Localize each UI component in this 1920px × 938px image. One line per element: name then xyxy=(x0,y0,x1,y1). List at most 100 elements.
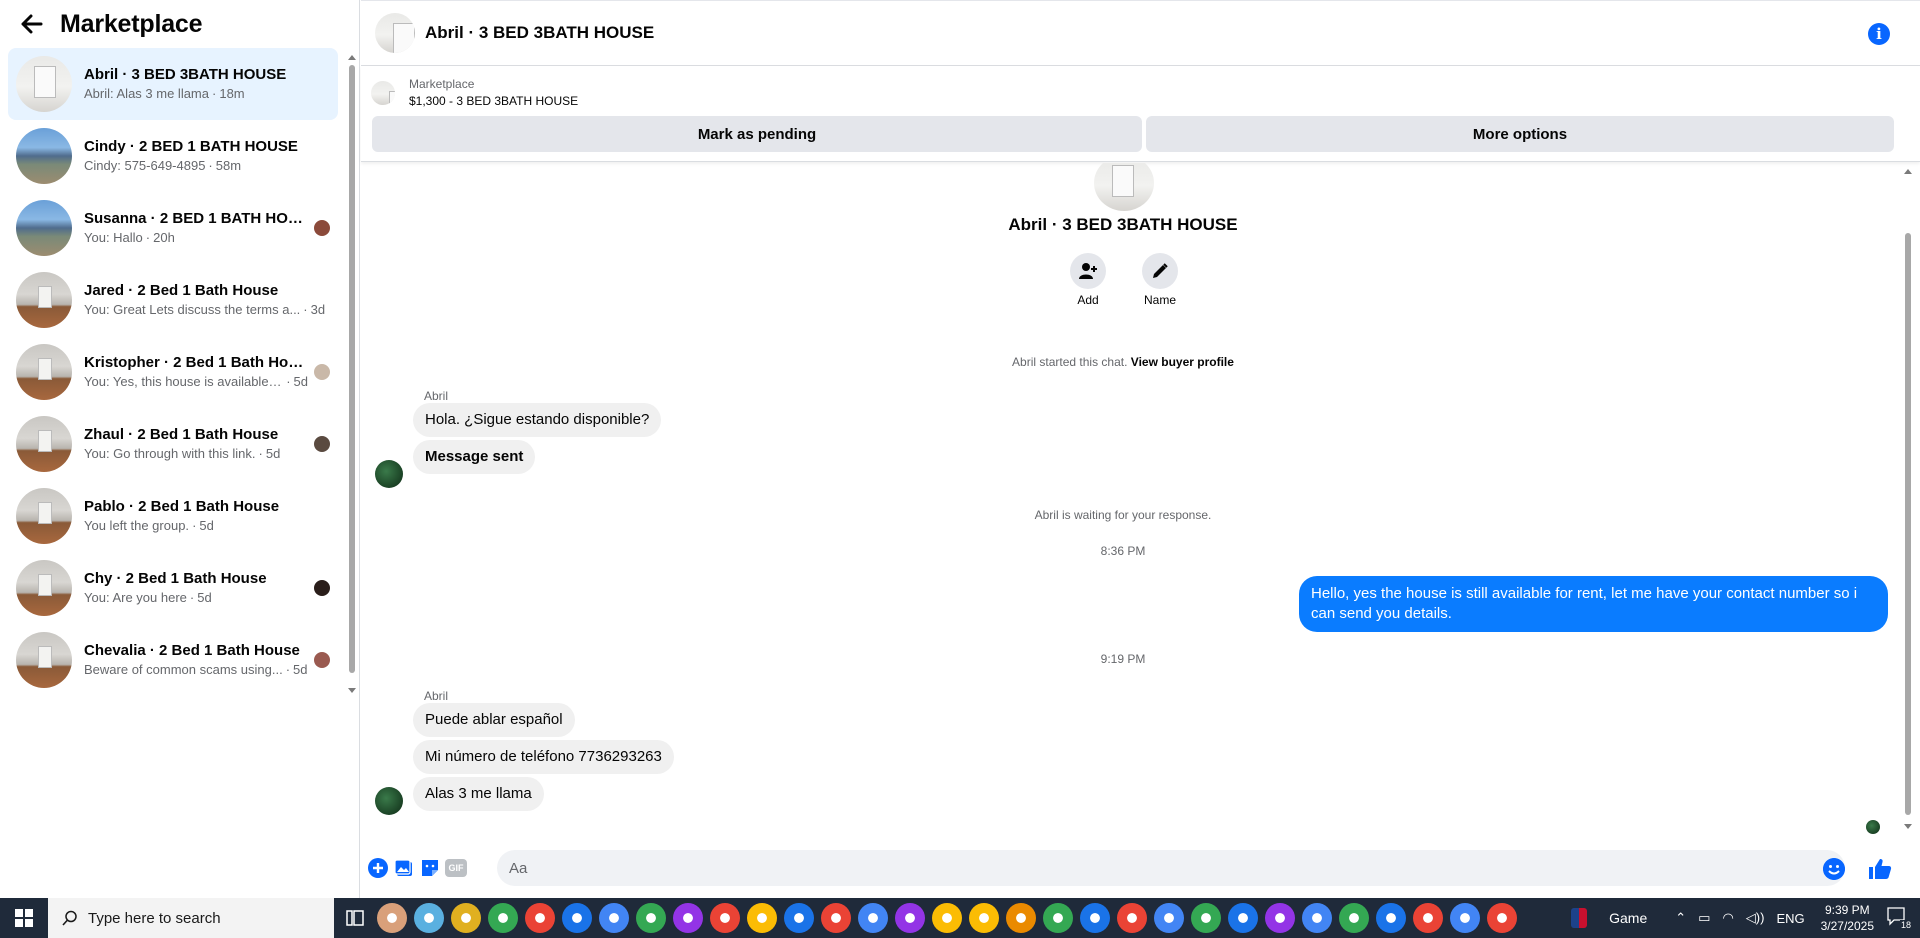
add-button[interactable]: Add xyxy=(1058,253,1118,307)
taskbar-app-icon[interactable] xyxy=(895,903,925,933)
chat-scrollbar[interactable] xyxy=(1904,169,1912,829)
conversation-item[interactable]: Chevalia · 2 Bed 1 Bath House Beware of c… xyxy=(8,624,338,696)
conversation-name: Kristopher · 2 Bed 1 Bath House xyxy=(84,354,308,371)
listing-summary[interactable]: Marketplace $1,300 - 3 BED 3BATH HOUSE xyxy=(371,76,578,110)
scroll-up-arrow-icon[interactable] xyxy=(1904,169,1912,174)
conversation-item[interactable]: Susanna · 2 BED 1 BATH HOUSE You: Hallo · 2… xyxy=(8,192,338,264)
message-bubble[interactable]: Mi número de teléfono 7736293263 xyxy=(413,740,674,774)
view-buyer-profile-link[interactable]: View buyer profile xyxy=(1131,355,1234,369)
conversation-thumbnail xyxy=(16,272,72,328)
conversation-item[interactable]: Chy · 2 Bed 1 Bath House You: Are you her… xyxy=(8,552,338,624)
taskbar-app-icon[interactable] xyxy=(1302,903,1332,933)
name-button[interactable]: Name xyxy=(1130,253,1190,307)
taskbar-app-icon[interactable] xyxy=(636,903,666,933)
scroll-up-arrow-icon[interactable] xyxy=(348,55,356,60)
conversation-time: 5d xyxy=(293,374,308,389)
back-button[interactable] xyxy=(18,10,46,38)
info-icon[interactable]: i xyxy=(1868,23,1890,45)
taskbar-app-icon[interactable] xyxy=(1487,903,1517,933)
sender-name: Abril xyxy=(424,389,449,403)
conversation-item[interactable]: Jared · 2 Bed 1 Bath House You: Great Let… xyxy=(8,264,338,336)
profile-avatar[interactable] xyxy=(1094,163,1154,211)
taskbar-app-icon[interactable] xyxy=(1376,903,1406,933)
sticker-icon[interactable] xyxy=(419,857,441,879)
taskbar-app-icon[interactable] xyxy=(414,903,444,933)
volume-icon[interactable]: ◁)) xyxy=(1746,910,1765,926)
sidebar-scrollbar[interactable] xyxy=(348,55,356,693)
scrollbar-thumb[interactable] xyxy=(349,65,355,673)
taskbar-app-icon[interactable] xyxy=(673,903,703,933)
windows-icon xyxy=(15,909,33,927)
conversation-name: Chy · 2 Bed 1 Bath House xyxy=(84,570,267,587)
conversation-name: Susanna · 2 BED 1 BATH HOUSE xyxy=(84,210,308,227)
start-button[interactable] xyxy=(0,898,48,938)
taskbar-app-icon[interactable] xyxy=(821,903,851,933)
taskbar-app-icon[interactable] xyxy=(488,903,518,933)
taskbar-app-icon[interactable] xyxy=(1228,903,1258,933)
language-indicator[interactable]: ENG xyxy=(1776,911,1804,926)
plus-circle-icon[interactable] xyxy=(367,857,389,879)
taskbar-app-icon[interactable] xyxy=(1450,903,1480,933)
sender-avatar[interactable] xyxy=(375,787,403,815)
photo-icon[interactable] xyxy=(393,857,415,879)
sender-avatar[interactable] xyxy=(375,460,403,488)
taskbar-app-icon[interactable] xyxy=(451,903,481,933)
message-input[interactable] xyxy=(497,850,1845,886)
conversation-item[interactable]: Kristopher · 2 Bed 1 Bath House You: Yes,… xyxy=(8,336,338,408)
message-bubble[interactable]: Alas 3 me llama xyxy=(413,777,544,811)
clock[interactable]: 9:39 PM 3/27/2025 xyxy=(1821,902,1874,934)
taskbar-app-icon[interactable] xyxy=(710,903,740,933)
taskbar-app-icon[interactable] xyxy=(1413,903,1443,933)
taskbar-app-icon[interactable] xyxy=(377,903,407,933)
meet-now-icon[interactable]: ▭ xyxy=(1698,910,1710,926)
taskbar-app-icon[interactable] xyxy=(1154,903,1184,933)
notifications-button[interactable]: 18 xyxy=(1886,906,1912,930)
conversation-item[interactable]: Pablo · 2 Bed 1 Bath House You left the g… xyxy=(8,480,338,552)
mark-as-pending-button[interactable]: Mark as pending xyxy=(372,116,1142,152)
listing-category: Marketplace xyxy=(409,77,475,91)
chevron-up-icon[interactable]: ⌃ xyxy=(1675,910,1686,926)
taskbar-app-icon[interactable] xyxy=(932,903,962,933)
scroll-down-arrow-icon[interactable] xyxy=(348,688,356,693)
more-options-button[interactable]: More options xyxy=(1146,116,1894,152)
taskbar-search[interactable]: Type here to search xyxy=(48,898,334,938)
my-message-bubble[interactable]: Hello, yes the house is still available … xyxy=(1299,576,1888,632)
message-bubble[interactable]: Puede ablar español xyxy=(413,703,575,737)
taskbar-app-icon[interactable] xyxy=(1339,903,1369,933)
task-view-icon[interactable] xyxy=(340,903,370,933)
conversation-item[interactable]: Zhaul · 2 Bed 1 Bath House You: Go throug… xyxy=(8,408,338,480)
taskbar-app-icon[interactable] xyxy=(562,903,592,933)
sidebar: Marketplace Abril · 3 BED 3BATH HOUSE Abr… xyxy=(0,0,360,898)
taskbar-app-icon[interactable] xyxy=(1265,903,1295,933)
emoji-icon[interactable] xyxy=(1823,858,1845,880)
timestamp: 9:19 PM xyxy=(1100,652,1146,666)
chat-started-notice: Abril started this chat. View buyer prof… xyxy=(1012,355,1234,369)
taskbar-app-icon[interactable] xyxy=(599,903,629,933)
message-bubble[interactable]: Hola. ¿Sigue estando disponible? xyxy=(413,403,662,437)
wifi-icon[interactable]: ◠ xyxy=(1722,910,1733,926)
chat-title[interactable]: Abril · 3 BED 3BATH HOUSE xyxy=(425,23,654,43)
scrollbar-thumb[interactable] xyxy=(1905,233,1911,815)
conversation-item[interactable]: Abril · 3 BED 3BATH HOUSE Abril: Alas 3 m… xyxy=(8,48,338,120)
taskbar-app-icon[interactable] xyxy=(784,903,814,933)
taskbar-app-icon[interactable] xyxy=(1043,903,1073,933)
taskbar-app-icon[interactable] xyxy=(858,903,888,933)
taskbar-app-icon[interactable] xyxy=(525,903,555,933)
taskbar-app-icon[interactable] xyxy=(747,903,777,933)
taskbar-app-icon[interactable] xyxy=(1006,903,1036,933)
sidebar-header: Marketplace xyxy=(0,0,359,48)
taskbar-app-icon[interactable] xyxy=(1117,903,1147,933)
taskbar-app-icon[interactable] xyxy=(969,903,999,933)
chat-avatar[interactable] xyxy=(375,13,415,53)
gif-icon[interactable]: GIF xyxy=(445,859,467,877)
conversation-thumbnail xyxy=(16,56,72,112)
scroll-down-arrow-icon[interactable] xyxy=(1904,824,1912,829)
taskbar-app-icon[interactable] xyxy=(1191,903,1221,933)
waiting-notice: Abril is waiting for your response. xyxy=(1034,508,1212,522)
taskbar-app-icon[interactable] xyxy=(1080,903,1110,933)
thumbs-up-icon[interactable] xyxy=(1867,856,1893,882)
conversation-thumbnail xyxy=(16,344,72,400)
message-sent-bubble[interactable]: Message sent xyxy=(413,440,536,474)
widget-game[interactable]: Game xyxy=(1571,908,1647,928)
conversation-item[interactable]: Cindy · 2 BED 1 BATH HOUSE Cindy: 575-649… xyxy=(8,120,338,192)
